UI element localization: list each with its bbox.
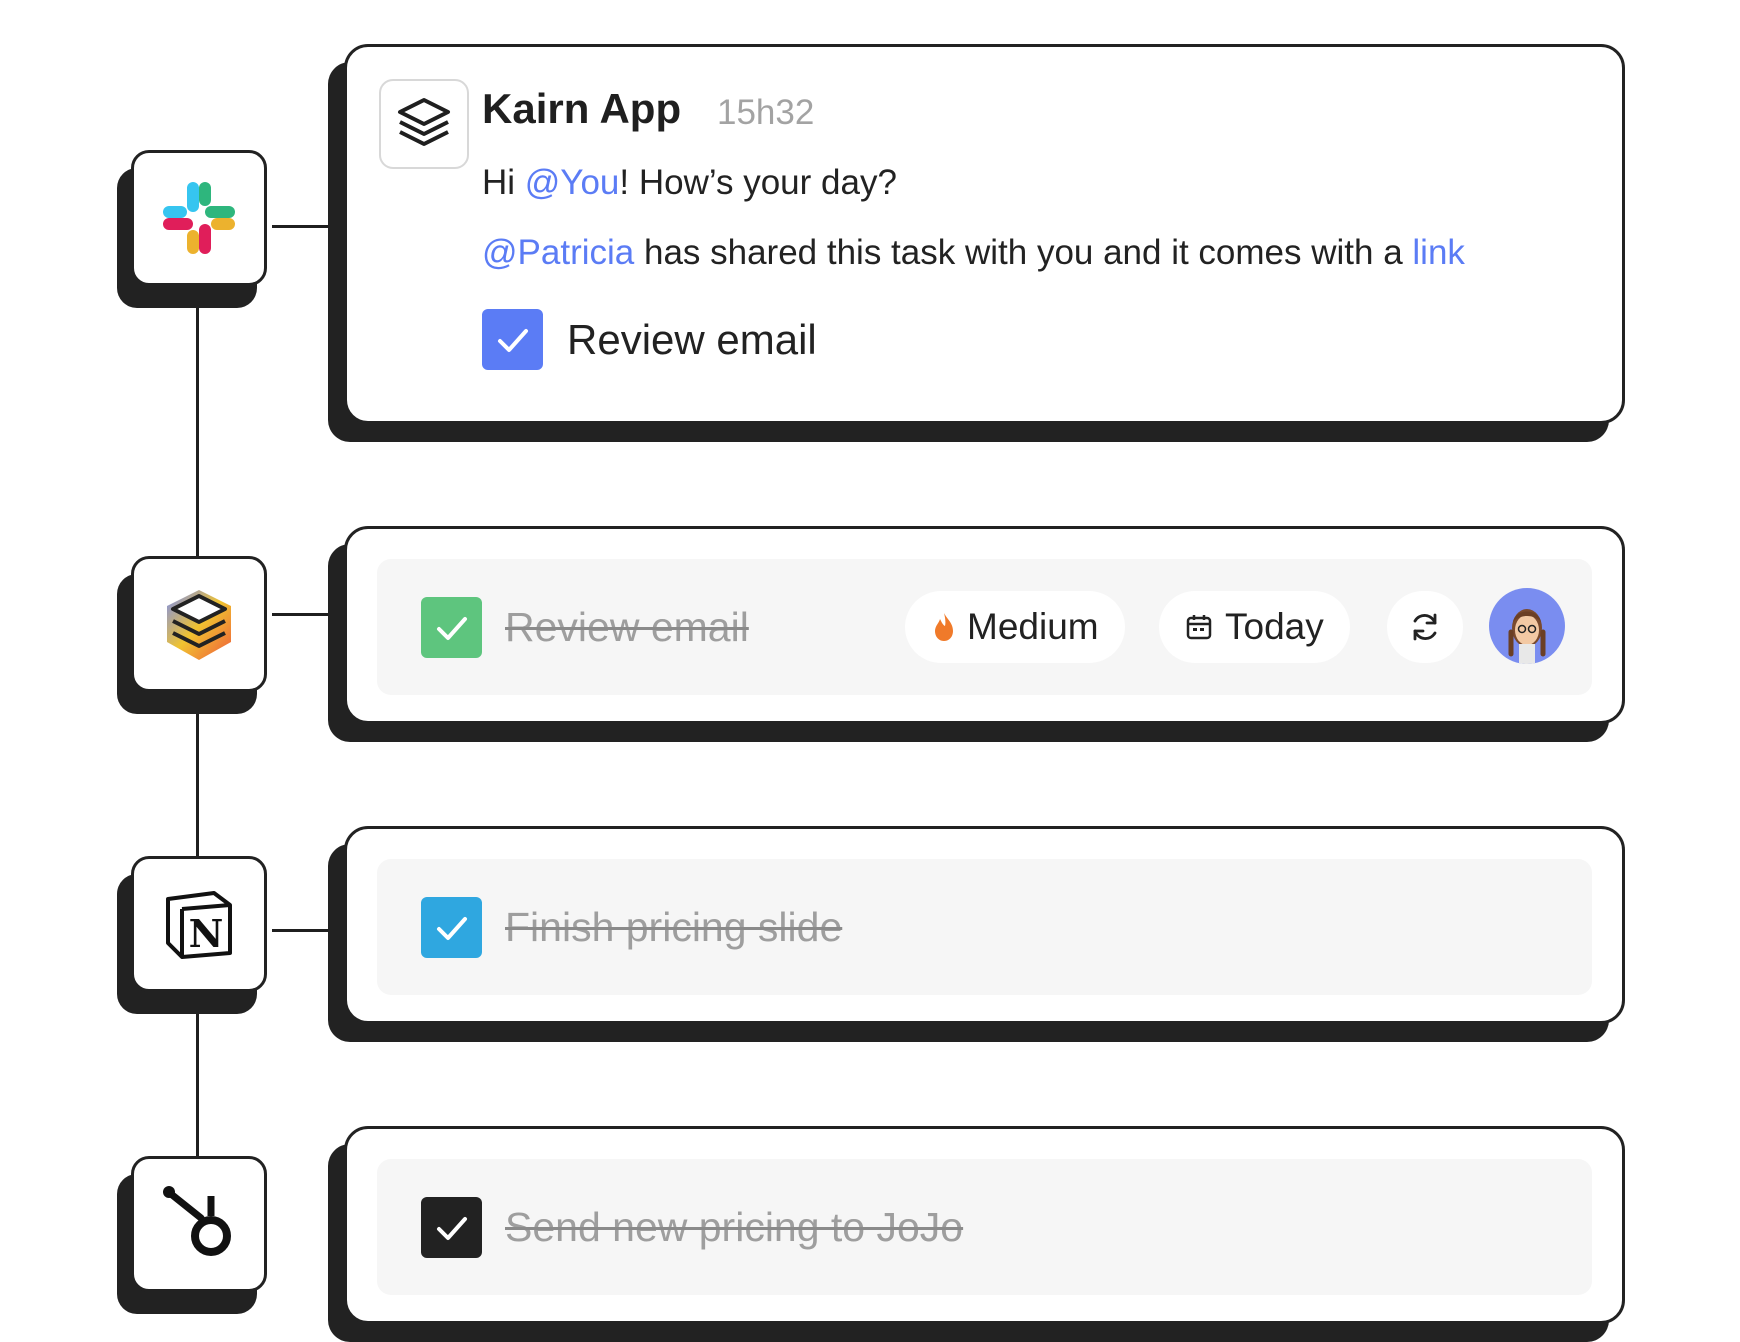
- check-icon: [497, 328, 528, 352]
- task-label: Send new pricing to JoJo: [505, 1204, 964, 1250]
- message-task-checkbox[interactable]: [482, 309, 543, 370]
- task-checkbox[interactable]: [421, 1197, 482, 1258]
- notion-icon: N: [166, 891, 232, 959]
- greeting-line: Hi @You! How’s your day?: [482, 163, 897, 202]
- task-row: Review email Medium Today: [377, 559, 1592, 695]
- task-label: Review email: [505, 604, 749, 650]
- task-card: Send new pricing to JoJo: [328, 1126, 1625, 1342]
- priority-pill[interactable]: Medium: [905, 591, 1125, 663]
- task-checkbox[interactable]: [421, 597, 482, 658]
- hubspot-icon: [163, 1186, 231, 1256]
- message-task-label: Review email: [567, 315, 817, 363]
- connector-kairn: [272, 613, 330, 616]
- check-icon: [436, 1216, 467, 1240]
- repeat-button[interactable]: [1387, 591, 1463, 663]
- due-date-pill[interactable]: Today: [1159, 591, 1350, 663]
- task-card: Finish pricing slide: [328, 826, 1625, 1042]
- task-card: Review email Medium Today: [328, 526, 1625, 742]
- check-icon: [436, 916, 467, 940]
- task-row: Send new pricing to JoJo: [377, 1159, 1592, 1295]
- integration-slack[interactable]: [117, 150, 271, 308]
- priority-label: Medium: [967, 606, 1099, 647]
- app-logo: [379, 79, 469, 169]
- integration-kairn[interactable]: [117, 556, 271, 714]
- integration-notion[interactable]: N: [117, 856, 271, 1014]
- due-date-label: Today: [1225, 606, 1324, 647]
- message-task: Review email: [482, 309, 817, 370]
- share-line: @Patricia has shared this task with you …: [482, 233, 1465, 272]
- task-checkbox[interactable]: [421, 897, 482, 958]
- check-icon: [436, 616, 467, 640]
- timeline-connector: [196, 300, 199, 1251]
- sender-name: Kairn App: [482, 85, 682, 132]
- avatar-icon: [1508, 609, 1546, 664]
- svg-text:N: N: [189, 911, 224, 956]
- fire-icon: [935, 613, 953, 641]
- message-time: 15h32: [717, 93, 815, 132]
- task-label: Finish pricing slide: [505, 904, 843, 950]
- task-row: Finish pricing slide: [377, 859, 1592, 995]
- kairn-logo-icon: [398, 98, 450, 146]
- connector-notion: [272, 929, 330, 932]
- mention-you[interactable]: @You: [525, 163, 620, 202]
- integration-hubspot[interactable]: [117, 1156, 271, 1314]
- mention-patricia[interactable]: @Patricia: [482, 233, 634, 272]
- assignee-avatar[interactable]: [1489, 588, 1565, 664]
- calendar-icon: [1186, 615, 1212, 640]
- slack-icon: [163, 182, 235, 254]
- kairn-icon: [167, 590, 231, 660]
- message-card: Kairn App 15h32 Hi @You! How’s your day?…: [328, 44, 1625, 442]
- repeat-icon: [1413, 613, 1437, 641]
- message-link[interactable]: link: [1412, 233, 1465, 272]
- connector-slack: [272, 225, 330, 228]
